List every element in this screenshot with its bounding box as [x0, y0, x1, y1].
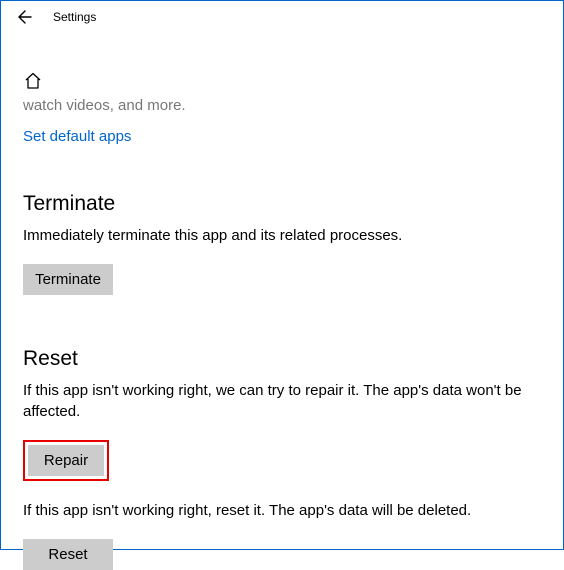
- section-reset: Reset If this app isn't working right, w…: [23, 347, 541, 570]
- reset-desc-reset: If this app isn't working right, reset i…: [23, 501, 541, 521]
- titlebar: Settings: [1, 1, 563, 33]
- repair-button[interactable]: Repair: [28, 445, 104, 476]
- back-button[interactable]: [15, 7, 35, 27]
- truncated-text: watch videos, and more.: [23, 97, 541, 114]
- content-area: watch videos, and more. Set default apps…: [1, 71, 563, 570]
- terminate-heading: Terminate: [23, 192, 541, 216]
- terminate-desc: Immediately terminate this app and its r…: [23, 226, 541, 246]
- set-default-apps-link[interactable]: Set default apps: [23, 128, 131, 145]
- section-terminate: Terminate Immediately terminate this app…: [23, 192, 541, 295]
- terminate-button[interactable]: Terminate: [23, 264, 113, 295]
- repair-highlight: Repair: [23, 440, 109, 481]
- reset-heading: Reset: [23, 347, 541, 371]
- reset-desc-repair: If this app isn't working right, we can …: [23, 381, 541, 422]
- arrow-left-icon: [17, 9, 33, 25]
- window-title: Settings: [53, 10, 96, 24]
- home-icon[interactable]: [23, 71, 541, 91]
- reset-button[interactable]: Reset: [23, 539, 113, 570]
